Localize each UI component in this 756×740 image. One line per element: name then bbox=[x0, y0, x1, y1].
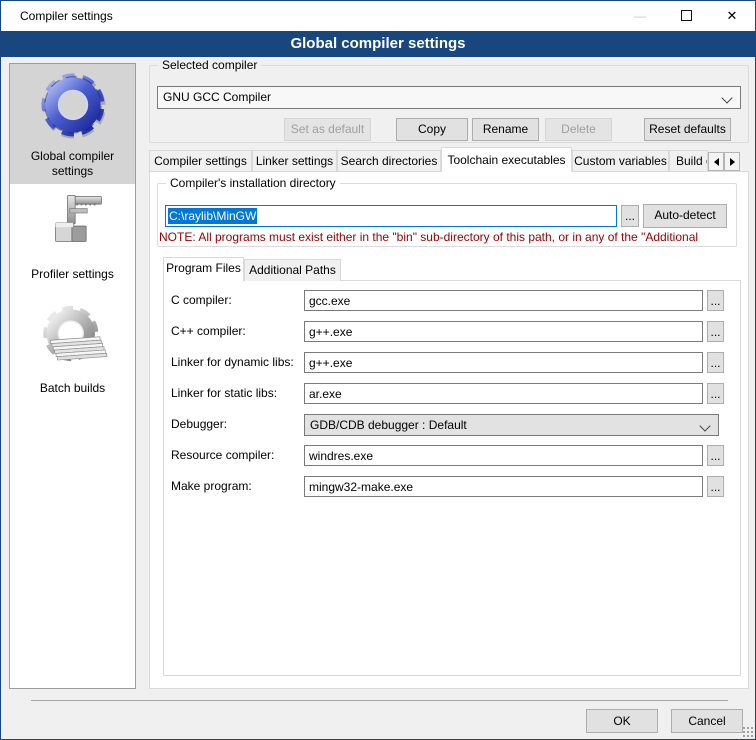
compiler-select[interactable]: GNU GCC Compiler bbox=[157, 86, 741, 109]
footer-separator bbox=[31, 700, 728, 701]
subtab-program-files[interactable]: Program Files bbox=[163, 257, 244, 281]
rename-button[interactable]: Rename bbox=[472, 118, 539, 141]
resource-compiler-input[interactable] bbox=[304, 445, 703, 466]
make-program-browse-button[interactable]: ... bbox=[707, 476, 724, 497]
make-program-label: Make program: bbox=[171, 476, 252, 497]
selected-compiler-legend: Selected compiler bbox=[158, 58, 261, 73]
arrow-right-icon bbox=[730, 158, 735, 166]
sidebar-item-label: Profiler settings bbox=[21, 267, 125, 282]
caliper-icon bbox=[38, 190, 108, 260]
copy-button[interactable]: Copy bbox=[396, 118, 468, 141]
dynamic-linker-label: Linker for dynamic libs: bbox=[171, 352, 294, 373]
delete-button: Delete bbox=[545, 118, 612, 141]
installation-directory-legend: Compiler's installation directory bbox=[166, 176, 340, 191]
static-linker-browse-button[interactable]: ... bbox=[707, 383, 724, 404]
settings-category-list: Global compiler settings Profiler settin… bbox=[9, 63, 136, 689]
blue-gear-icon bbox=[37, 70, 109, 142]
tab-linker-settings[interactable]: Linker settings bbox=[252, 150, 337, 172]
static-linker-label: Linker for static libs: bbox=[171, 383, 277, 404]
reset-defaults-button[interactable]: Reset defaults bbox=[644, 118, 731, 141]
static-linker-input[interactable] bbox=[304, 383, 703, 404]
arrow-left-icon bbox=[714, 158, 719, 166]
subtab-additional-paths[interactable]: Additional Paths bbox=[244, 259, 341, 281]
minimize-icon: — bbox=[634, 9, 646, 23]
tab-scroll-right-button[interactable] bbox=[724, 152, 740, 171]
maximize-button[interactable] bbox=[663, 1, 709, 31]
chevron-down-icon bbox=[721, 92, 732, 103]
debugger-select[interactable]: GDB/CDB debugger : Default bbox=[304, 414, 719, 436]
tab-custom-variables[interactable]: Custom variables bbox=[572, 150, 669, 172]
titlebar: Compiler settings — ✕ bbox=[1, 1, 755, 31]
sidebar-item-label: Global compiler settings bbox=[21, 149, 125, 179]
tab-toolchain-executables[interactable]: Toolchain executables bbox=[441, 147, 572, 172]
resource-compiler-label: Resource compiler: bbox=[171, 445, 274, 466]
c-compiler-label: C compiler: bbox=[171, 290, 232, 311]
installation-directory-input[interactable]: C:\raylib\MinGW bbox=[165, 205, 617, 227]
ok-button[interactable]: OK bbox=[586, 709, 658, 733]
make-program-input[interactable] bbox=[304, 476, 703, 497]
installation-directory-browse-button[interactable]: ... bbox=[621, 205, 639, 227]
cpp-compiler-input[interactable] bbox=[304, 321, 703, 342]
resource-compiler-browse-button[interactable]: ... bbox=[707, 445, 724, 466]
cpp-compiler-browse-button[interactable]: ... bbox=[707, 321, 724, 342]
set-as-default-button: Set as default bbox=[284, 118, 371, 141]
debugger-select-value: GDB/CDB debugger : Default bbox=[310, 418, 467, 432]
close-button[interactable]: ✕ bbox=[709, 1, 755, 31]
auto-detect-button[interactable]: Auto-detect bbox=[643, 204, 727, 228]
dialog-header: Global compiler settings bbox=[1, 31, 755, 57]
sidebar-item-global-compiler-settings[interactable]: Global compiler settings bbox=[10, 64, 135, 184]
sidebar-item-profiler-settings[interactable]: Profiler settings bbox=[10, 184, 135, 296]
maximize-icon bbox=[681, 10, 692, 21]
dialog-header-title: Global compiler settings bbox=[290, 35, 465, 52]
installation-directory-note: NOTE: All programs must exist either in … bbox=[159, 230, 735, 245]
c-compiler-input[interactable] bbox=[304, 290, 703, 311]
installation-directory-selected-text: C:\raylib\MinGW bbox=[168, 208, 257, 224]
tab-compiler-settings[interactable]: Compiler settings bbox=[149, 150, 252, 172]
tab-build-options[interactable]: Build options bbox=[669, 150, 708, 172]
chevron-down-icon bbox=[699, 420, 710, 431]
compiler-select-value: GNU GCC Compiler bbox=[163, 90, 271, 104]
dynamic-linker-browse-button[interactable]: ... bbox=[707, 352, 724, 373]
compiler-settings-dialog: Compiler settings — ✕ Global compiler se… bbox=[0, 0, 756, 740]
cpp-compiler-label: C++ compiler: bbox=[171, 321, 246, 342]
gray-gear-stack-icon bbox=[37, 302, 109, 374]
tab-search-directories[interactable]: Search directories bbox=[337, 150, 441, 172]
c-compiler-browse-button[interactable]: ... bbox=[707, 290, 724, 311]
window-title: Compiler settings bbox=[20, 1, 113, 31]
dynamic-linker-input[interactable] bbox=[304, 352, 703, 373]
minimize-button: — bbox=[617, 1, 663, 31]
resize-grip[interactable] bbox=[742, 726, 753, 737]
sidebar-item-label: Batch builds bbox=[21, 381, 125, 396]
cancel-button[interactable]: Cancel bbox=[671, 709, 743, 733]
debugger-label: Debugger: bbox=[171, 414, 227, 435]
sidebar-item-batch-builds[interactable]: Batch builds bbox=[10, 296, 135, 418]
tab-scroll-left-button[interactable] bbox=[708, 152, 724, 171]
close-icon: ✕ bbox=[727, 8, 738, 23]
